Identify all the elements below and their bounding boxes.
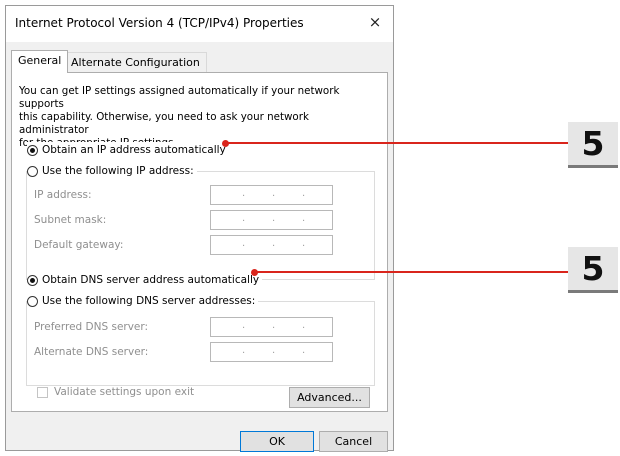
callout-line (226, 142, 568, 144)
use-following-dns-radio[interactable]: Use the following DNS server addresses: (27, 293, 259, 309)
octet-separator: . (302, 213, 306, 224)
octet-separator: . (272, 345, 276, 356)
obtain-ip-auto-label: Obtain an IP address automatically (42, 144, 226, 156)
use-following-dns-label: Use the following DNS server addresses: (42, 295, 256, 307)
preferred-dns-input[interactable]: . . . (210, 317, 333, 337)
radio-checked-icon (27, 144, 38, 156)
default-gateway-input[interactable]: . . . (210, 235, 333, 255)
octet-separator: . (302, 238, 306, 249)
description-text: You can get IP settings assigned automat… (19, 85, 340, 149)
octet-separator: . (302, 345, 306, 356)
obtain-ip-auto-radio[interactable]: Obtain an IP address automatically (27, 142, 229, 158)
advanced-button[interactable]: Advanced... (289, 387, 370, 408)
octet-separator: . (242, 213, 246, 224)
subnet-mask-label: Subnet mask: (34, 214, 107, 226)
radio-unchecked-icon (27, 165, 38, 177)
tab-general[interactable]: General (11, 50, 69, 73)
ip-address-label: IP address: (34, 189, 92, 201)
octet-separator: . (272, 238, 276, 249)
octet-separator: . (272, 213, 276, 224)
octet-separator: . (302, 188, 306, 199)
octet-separator: . (242, 345, 246, 356)
general-tab-panel: You can get IP settings assigned automat… (11, 72, 388, 412)
octet-separator: . (242, 320, 246, 331)
default-gateway-label: Default gateway: (34, 239, 124, 251)
cancel-button[interactable]: Cancel (319, 431, 388, 452)
octet-separator: . (272, 188, 276, 199)
octet-separator: . (242, 238, 246, 249)
ip-address-input[interactable]: . . . (210, 185, 333, 205)
dialog-title: Internet Protocol Version 4 (TCP/IPv4) P… (15, 16, 304, 30)
dialog-client-area: General Alternate Configuration You can … (6, 42, 393, 452)
callout-badge: 5 (568, 247, 618, 293)
validate-settings-checkbox[interactable]: Validate settings upon exit (37, 384, 194, 400)
radio-checked-icon (27, 274, 38, 286)
radio-unchecked-icon (27, 295, 38, 307)
tcpip-properties-dialog: Internet Protocol Version 4 (TCP/IPv4) P… (5, 5, 394, 452)
checkbox-unchecked-icon (37, 386, 48, 398)
alternate-dns-input[interactable]: . . . (210, 342, 333, 362)
use-following-ip-label: Use the following IP address: (42, 165, 194, 177)
obtain-dns-auto-label: Obtain DNS server address automatically (42, 274, 260, 286)
validate-settings-label: Validate settings upon exit (54, 386, 195, 398)
use-following-ip-radio[interactable]: Use the following IP address: (27, 163, 197, 179)
octet-separator: . (242, 188, 246, 199)
octet-separator: . (302, 320, 306, 331)
octet-separator: . (272, 320, 276, 331)
tab-alternate-configuration[interactable]: Alternate Configuration (64, 52, 207, 72)
ok-button[interactable]: OK (240, 431, 314, 452)
close-button[interactable]: × (365, 12, 385, 32)
alternate-dns-label: Alternate DNS server: (34, 346, 149, 358)
obtain-dns-auto-radio[interactable]: Obtain DNS server address automatically (27, 272, 263, 288)
callout-line (255, 271, 568, 273)
preferred-dns-label: Preferred DNS server: (34, 321, 149, 333)
callout-badge: 5 (568, 122, 618, 168)
subnet-mask-input[interactable]: . . . (210, 210, 333, 230)
